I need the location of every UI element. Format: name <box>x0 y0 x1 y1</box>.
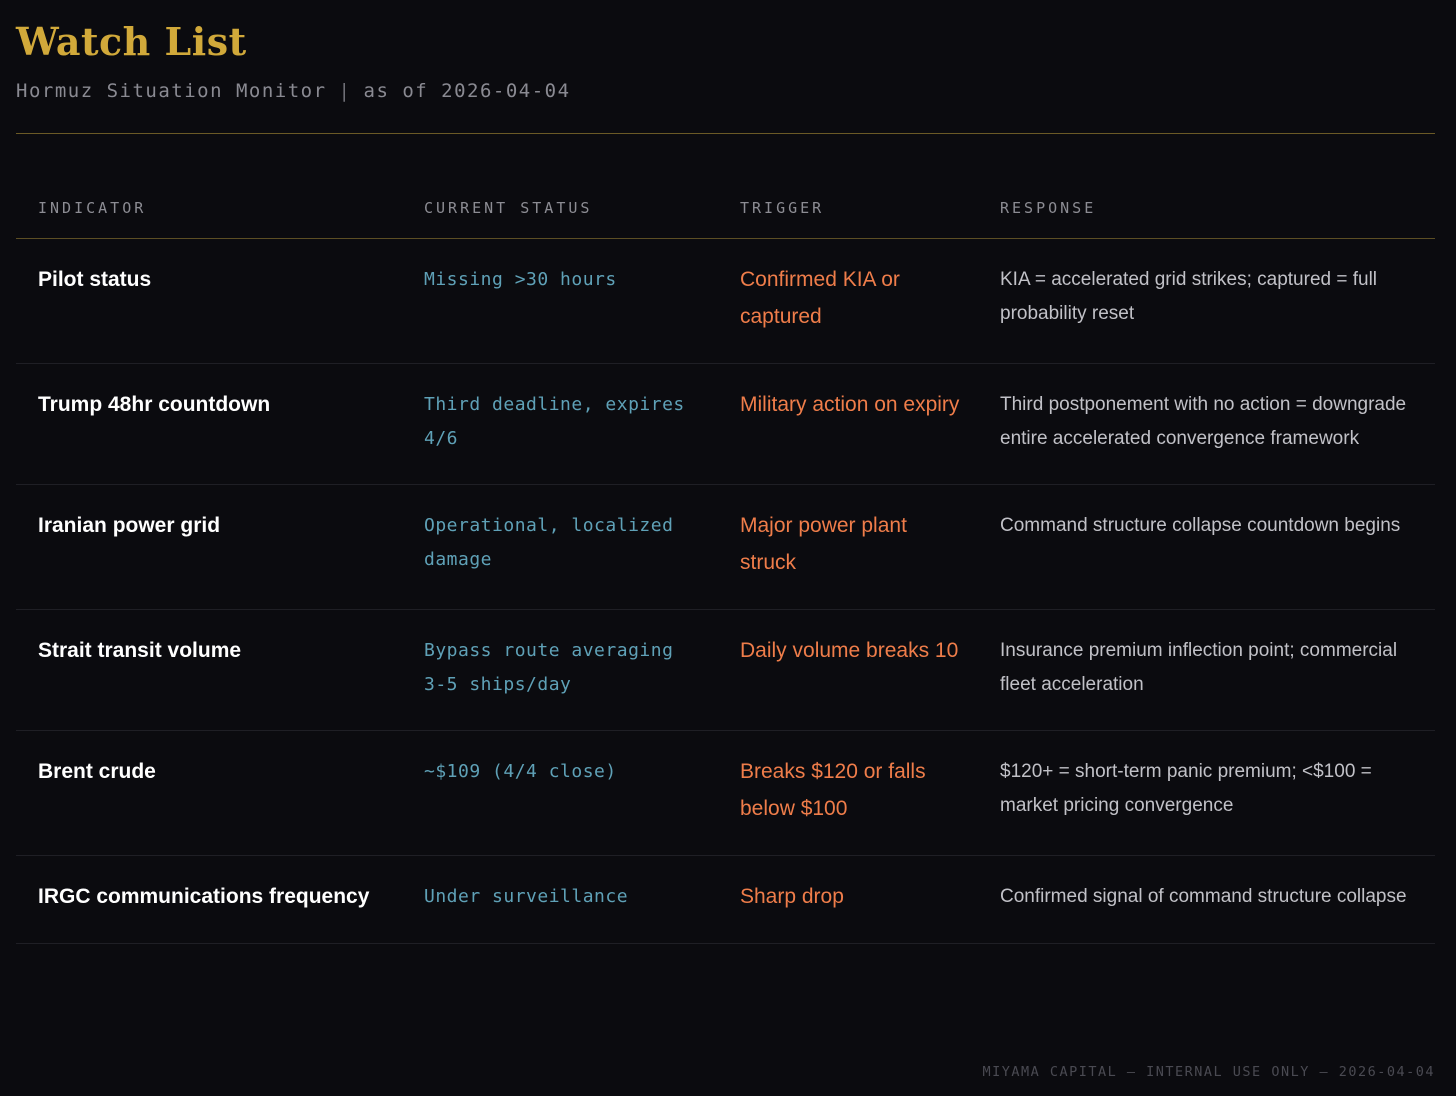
watch-list-page: Watch List Hormuz Situation Monitor | as o… <box>0 0 1456 1096</box>
as-of-date: as of 2026-04-04 <box>363 80 571 102</box>
table-header-row: INDICATOR CURRENT STATUS TRIGGER RESPONS… <box>16 198 1435 239</box>
trigger-cell: Major power plant struck <box>718 484 978 610</box>
indicator-cell: Iranian power grid <box>16 484 402 610</box>
response-cell: KIA = accelerated grid strikes; captured… <box>978 238 1435 364</box>
indicator-cell: Trump 48hr countdown <box>16 363 402 485</box>
response-cell: Confirmed signal of command structure co… <box>978 855 1435 944</box>
page-title: Watch List <box>16 19 247 64</box>
response-cell: $120+ = short-term panic premium; <$100 … <box>978 730 1435 856</box>
trigger-cell: Daily volume breaks 10 <box>718 609 978 731</box>
response-cell: Insurance premium inflection point; comm… <box>978 609 1435 731</box>
page-subtitle: Hormuz Situation Monitor | as of 2026-04-0… <box>16 78 1435 104</box>
header-divider <box>16 133 1435 134</box>
response-cell: Third postponement with no action = down… <box>978 363 1435 485</box>
table-row: Trump 48hr countdown Third deadline, exp… <box>16 363 1435 485</box>
status-cell: Missing >30 hours <box>402 238 718 364</box>
status-cell: Under surveillance <box>402 855 718 944</box>
trigger-cell: Military action on expiry <box>718 363 978 485</box>
footer-disclaimer: MIYAMA CAPITAL — INTERNAL USE ONLY — 202… <box>982 1064 1435 1080</box>
table-row: Strait transit volume Bypass route avera… <box>16 609 1435 731</box>
trigger-cell: Sharp drop <box>718 855 978 944</box>
watch-list-table: INDICATOR CURRENT STATUS TRIGGER RESPONS… <box>16 198 1435 944</box>
column-header-response: RESPONSE <box>978 198 1435 239</box>
table-row: IRGC communications frequency Under surv… <box>16 855 1435 944</box>
table-row: Iranian power grid Operational, localize… <box>16 484 1435 610</box>
column-header-trigger: TRIGGER <box>718 198 978 239</box>
response-cell: Command structure collapse countdown beg… <box>978 484 1435 610</box>
table-row: Pilot status Missing >30 hours Confirmed… <box>16 238 1435 364</box>
column-header-indicator: INDICATOR <box>16 198 402 239</box>
subtitle-separator: | <box>338 80 352 102</box>
trigger-cell: Breaks $120 or falls below $100 <box>718 730 978 856</box>
status-cell: ~$109 (4/4 close) <box>402 730 718 856</box>
indicator-cell: IRGC communications frequency <box>16 855 402 944</box>
column-header-current-status: CURRENT STATUS <box>402 198 718 239</box>
table-row: Brent crude ~$109 (4/4 close) Breaks $12… <box>16 730 1435 856</box>
monitor-name: Hormuz Situation Monitor <box>16 80 327 102</box>
indicator-cell: Brent crude <box>16 730 402 856</box>
status-cell: Operational, localized damage <box>402 484 718 610</box>
indicator-cell: Strait transit volume <box>16 609 402 731</box>
trigger-cell: Confirmed KIA or captured <box>718 238 978 364</box>
indicator-cell: Pilot status <box>16 238 402 364</box>
status-cell: Bypass route averaging 3-5 ships/day <box>402 609 718 731</box>
status-cell: Third deadline, expires 4/6 <box>402 363 718 485</box>
